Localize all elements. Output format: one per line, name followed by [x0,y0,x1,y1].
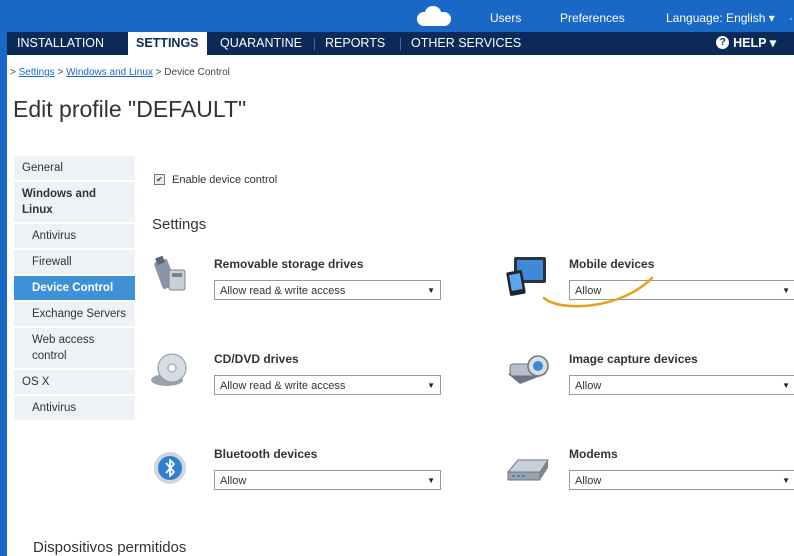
camera-icon [508,355,549,384]
sidebar-item-web-access-control[interactable]: Web access control [14,328,135,368]
cd-dvd-value: Allow read & write access [220,380,346,392]
removable-storage-label: Removable storage drives [214,257,364,271]
cd-dvd-icon [151,353,187,386]
preferences-link[interactable]: Preferences [560,11,625,25]
image-capture-select[interactable]: Allow ▼ [569,375,794,395]
enable-device-control-option[interactable]: ✔ Enable device control [154,173,278,186]
breadcrumb-current: Device Control [164,67,230,78]
tab-other-services[interactable]: OTHER SERVICES [411,32,521,55]
modems-label: Modems [569,447,618,461]
modem-icon [506,459,549,481]
left-accent-bar [0,0,7,556]
bluetooth-select[interactable]: Allow ▼ [214,470,441,490]
breadcrumb: > Settings > Windows and Linux > Device … [10,67,230,78]
cd-dvd-label: CD/DVD drives [214,352,299,366]
users-link[interactable]: Users [490,11,521,25]
modems-select[interactable]: Allow ▼ [569,470,794,490]
breadcrumb-separator: > [54,67,67,78]
removable-storage-value: Allow read & write access [220,285,346,297]
page-title: Edit profile "DEFAULT" [13,96,247,122]
enable-device-control-label: Enable device control [172,174,278,186]
bluetooth-icon [154,452,186,484]
sidebar-item-firewall[interactable]: Firewall [14,250,135,274]
removable-storage-select[interactable]: Allow read & write access ▼ [214,280,441,300]
chevron-down-icon: ▼ [782,476,790,485]
chevron-down-icon: ▼ [427,381,435,390]
help-menu[interactable]: ? HELP ▾ [716,32,776,55]
image-capture-value: Allow [575,380,602,392]
breadcrumb-prefix: > [10,67,19,78]
modems-value: Allow [575,475,602,487]
sidebar-item-windows-linux[interactable]: Windows and Linux [14,182,135,222]
language-overflow: · [789,11,793,25]
tab-reports[interactable]: REPORTS [325,32,385,55]
profile-sidebar: General Windows and Linux Antivirus Fire… [14,156,135,422]
chevron-down-icon: ▼ [782,381,790,390]
breadcrumb-windows-linux-link[interactable]: Windows and Linux [66,67,153,78]
main-navigation: INSTALLATION SETTINGS QUARANTINE REPORTS… [7,32,794,55]
chevron-down-icon: ▼ [782,286,790,295]
sidebar-item-antivirus[interactable]: Antivirus [14,224,135,248]
sidebar-item-exchange-servers[interactable]: Exchange Servers [14,302,135,326]
settings-heading: Settings [152,216,207,233]
tab-settings[interactable]: SETTINGS [128,32,207,55]
cloud-icon [417,6,451,26]
language-selector[interactable]: Language: English ▾ [666,11,775,25]
sidebar-item-osx-antivirus[interactable]: Antivirus [14,396,135,420]
sidebar-item-device-control[interactable]: Device Control [14,276,135,300]
top-bar: Users Preferences Language: English ▾ · [7,0,794,32]
highlight-swoosh [542,276,654,308]
bluetooth-value: Allow [220,475,247,487]
nav-divider [400,38,401,50]
mobile-devices-label: Mobile devices [569,257,655,271]
breadcrumb-separator: > [152,67,165,78]
image-capture-label: Image capture devices [569,352,698,366]
chevron-down-icon: ▼ [427,286,435,295]
sidebar-item-osx[interactable]: OS X [14,370,135,394]
help-label: HELP ▾ [733,36,776,50]
sidebar-item-general[interactable]: General [14,156,135,180]
breadcrumb-settings-link[interactable]: Settings [19,67,55,78]
cd-dvd-select[interactable]: Allow read & write access ▼ [214,375,441,395]
bluetooth-label: Bluetooth devices [214,447,318,461]
tab-installation[interactable]: INSTALLATION [17,32,104,55]
tab-quarantine[interactable]: QUARANTINE [220,32,302,55]
footer-caption: Dispositivos permitidos [33,539,187,556]
usb-drive-icon [154,256,186,291]
enable-device-control-checkbox[interactable]: ✔ [154,173,165,185]
chevron-down-icon: ▼ [427,476,435,485]
nav-divider [314,38,315,50]
question-icon: ? [716,36,730,50]
